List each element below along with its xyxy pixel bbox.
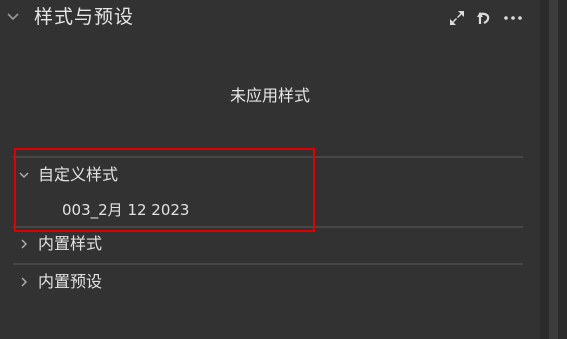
section-builtin-presets[interactable]: 内置预设 xyxy=(13,267,523,297)
divider xyxy=(13,156,523,158)
expand-icon[interactable] xyxy=(448,9,466,27)
chevron-right-icon xyxy=(21,239,27,249)
section-label: 内置预设 xyxy=(38,272,103,291)
section-label: 内置样式 xyxy=(38,234,103,253)
chevron-down-icon[interactable] xyxy=(6,10,20,24)
panel-header: 样式与预设 xyxy=(0,0,540,36)
panel-title: 样式与预设 xyxy=(34,6,135,28)
chevron-right-icon xyxy=(21,277,27,287)
scrollbar-thumb[interactable] xyxy=(549,0,558,339)
no-style-applied-message: 未应用样式 xyxy=(229,86,310,105)
divider xyxy=(13,226,523,228)
undo-icon[interactable] xyxy=(474,9,492,27)
custom-style-item[interactable]: 003_2月 12 2023 xyxy=(62,197,189,223)
more-icon[interactable] xyxy=(503,9,523,27)
section-custom-styles[interactable]: 自定义样式 xyxy=(13,160,523,190)
scrollbar-track[interactable] xyxy=(540,0,567,339)
styles-presets-panel: 样式与预设 未应用样式 自定义样式 003_2月 12 2023 内置样式 内置… xyxy=(0,0,540,339)
section-label: 自定义样式 xyxy=(38,165,119,184)
section-builtin-styles[interactable]: 内置样式 xyxy=(13,229,523,259)
divider xyxy=(13,263,523,265)
chevron-down-icon xyxy=(19,172,29,178)
